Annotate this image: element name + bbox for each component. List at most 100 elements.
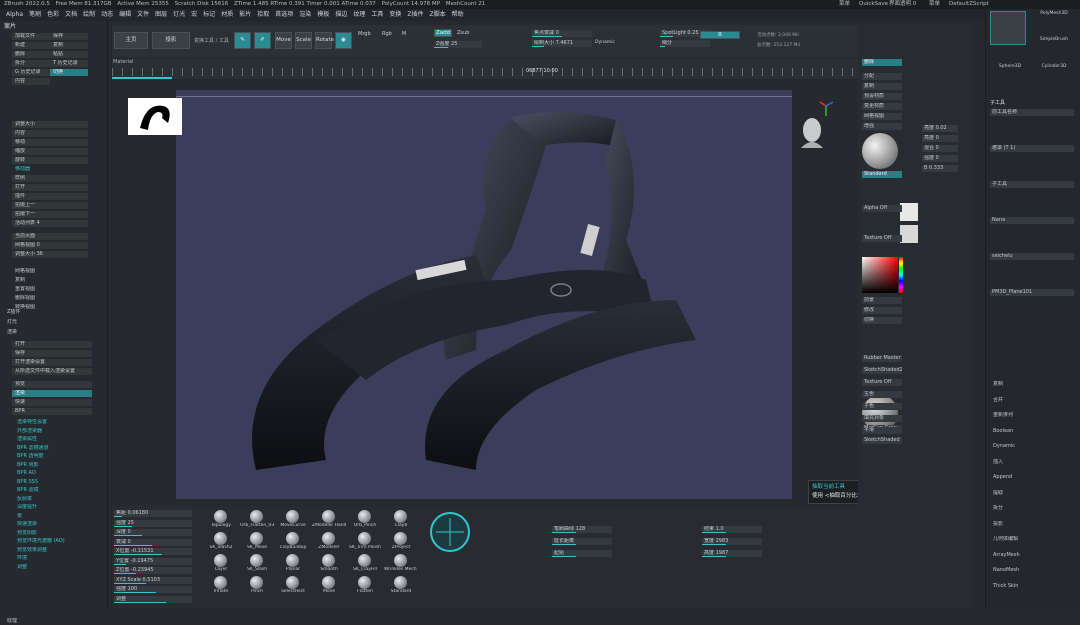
- rgb-toggle[interactable]: Rgb: [382, 31, 392, 37]
- material-panel-row[interactable]: 强度 0: [922, 155, 958, 162]
- brush-slider[interactable]: 强度 100: [114, 586, 192, 593]
- stroke-slider[interactable]: 延长距离: [552, 538, 612, 545]
- menu-item[interactable]: 编辑: [119, 9, 131, 21]
- subtool-action[interactable]: ArrayMesh: [990, 552, 1074, 559]
- material-panel-row[interactable]: SketchShaded: [862, 437, 902, 444]
- left-panel-row[interactable]: 删除: [12, 51, 50, 58]
- left-panel-row[interactable]: 粘贴: [50, 51, 88, 58]
- focal-shift-slider[interactable]: 焦点衰减 0: [532, 30, 592, 37]
- brush-icon[interactable]: [286, 576, 299, 589]
- brush-icon[interactable]: [286, 532, 299, 545]
- subtool-action[interactable]: Dynamic: [990, 443, 1074, 450]
- left-panel-row[interactable]: 旋转: [12, 157, 88, 164]
- material-panel-row[interactable]: 分配: [862, 73, 902, 80]
- material-panel-row[interactable]: 子色: [862, 403, 902, 410]
- draw-size-slider[interactable]: 绘制大小 7.4671: [532, 40, 592, 47]
- left-panel-row[interactable]: 从所选文件中载入渲染设置: [12, 368, 92, 375]
- material-panel-row[interactable]: 网格视图: [862, 113, 902, 120]
- left-panel-row[interactable]: 预览: [12, 381, 92, 388]
- tool-polymesh[interactable]: PolyMesh3D: [1034, 11, 1074, 16]
- left-panel-row[interactable]: 删除视图: [12, 295, 88, 302]
- swatch-gray[interactable]: [900, 225, 918, 243]
- material-panel-row[interactable]: Rubber Master: [862, 355, 902, 362]
- menu-item[interactable]: 绘制: [83, 9, 95, 21]
- material-panel-row[interactable]: 增强: [862, 123, 902, 130]
- left-panel-row[interactable]: 内容: [12, 130, 88, 137]
- tool-simplebrush[interactable]: SimpleBrush: [1034, 37, 1074, 42]
- left-panel-row[interactable]: 预览效果调整: [14, 547, 94, 554]
- subtool-item[interactable]: PM3D_Plane101: [990, 289, 1074, 296]
- left-panel-row[interactable]: T 历史记录: [50, 60, 88, 67]
- menu-item[interactable]: 材质: [221, 9, 233, 21]
- menu-item[interactable]: 模板: [317, 9, 329, 21]
- left-panel-row[interactable]: 预览环境光遮蔽 (AO): [14, 538, 94, 545]
- left-panel-row[interactable]: 网格视图: [12, 268, 88, 275]
- subtool-item[interactable]: 前工具名称: [990, 109, 1074, 116]
- brush-slider[interactable]: 衰减 0: [114, 538, 192, 546]
- menu-item[interactable]: 变换: [389, 9, 401, 21]
- material-panel-row[interactable]: 平滑: [862, 427, 902, 434]
- menu-item[interactable]: 纹理: [353, 9, 365, 21]
- tool-cylinder[interactable]: Cylinder3D: [1034, 64, 1074, 69]
- brush-icon[interactable]: [394, 532, 407, 545]
- left-panel-row[interactable]: 样例: [12, 175, 88, 182]
- left-panel-row[interactable]: BPR AO: [14, 470, 94, 477]
- move-button[interactable]: Move: [275, 32, 292, 49]
- brush-icon[interactable]: [322, 510, 335, 523]
- stroke-slider[interactable]: 结束 1.0: [702, 526, 762, 533]
- home-button[interactable]: 主页: [114, 32, 148, 49]
- material-panel-row[interactable]: Texture Off: [862, 235, 902, 242]
- brush-icon[interactable]: [358, 576, 371, 589]
- material-panel-row[interactable]: Alpha Off: [862, 205, 902, 212]
- tool-sphere[interactable]: Sphere3D: [988, 64, 1032, 69]
- material-panel-row[interactable]: 前景: [862, 297, 902, 304]
- left-panel-row[interactable]: 缩放: [12, 148, 88, 155]
- brush-icon[interactable]: [214, 554, 227, 567]
- dynamic-toggle[interactable]: Dynamic: [595, 40, 615, 45]
- brush-icon[interactable]: [322, 532, 335, 545]
- default-zscript[interactable]: DefaultZScript: [949, 0, 989, 9]
- menu-item[interactable]: Alpha: [6, 9, 23, 21]
- subtool-action[interactable]: Boolean: [990, 428, 1074, 435]
- brush-icon[interactable]: [322, 554, 335, 567]
- menu-item[interactable]: 标记: [203, 9, 215, 21]
- swatch-white[interactable]: [900, 203, 918, 221]
- left-panel-row[interactable]: BPR SSS: [14, 479, 94, 486]
- menu-item[interactable]: Z插件: [407, 9, 423, 21]
- projection-button[interactable]: 投影: [152, 32, 190, 49]
- left-panel-row[interactable]: BPR 阴影: [14, 462, 94, 469]
- brush-icon[interactable]: [322, 576, 335, 589]
- left-panel-row[interactable]: 纹理: [4, 618, 84, 625]
- material-panel-row[interactable]: 填充对象: [862, 415, 902, 422]
- menu-item[interactable]: 笔刷: [29, 9, 41, 21]
- left-panel-row[interactable]: 复制: [50, 42, 88, 49]
- left-panel-row[interactable]: 打开渲染设置: [12, 359, 92, 366]
- left-panel-row[interactable]: 拆分: [12, 60, 50, 67]
- left-panel-row[interactable]: 快速: [12, 399, 92, 406]
- left-panel-row[interactable]: 打开: [12, 184, 88, 191]
- left-panel-row[interactable]: BPR: [12, 408, 92, 415]
- menu-item[interactable]: 图层: [155, 9, 167, 21]
- interface-opacity[interactable]: 界面透明 0: [889, 0, 916, 9]
- left-panel-row[interactable]: 新建: [12, 42, 50, 49]
- zsub-button[interactable]: Zsub: [457, 30, 469, 36]
- left-panel-row[interactable]: 复制: [12, 277, 88, 284]
- subtool-action[interactable]: 提取: [990, 490, 1074, 497]
- left-panel-row[interactable]: BPR 滤镜: [14, 487, 94, 494]
- brush-slider[interactable]: X位置 -0.11531: [114, 548, 192, 555]
- left-panel-row[interactable]: 保存: [12, 350, 92, 357]
- brush-icon[interactable]: [250, 532, 263, 545]
- z-intensity-slider[interactable]: Z强度 25: [434, 41, 482, 48]
- material-panel-row[interactable]: B 0.333: [922, 165, 958, 172]
- left-panel-row[interactable]: 调整大小 36: [12, 251, 88, 258]
- material-panel-row[interactable]: 复制: [862, 83, 902, 90]
- left-panel-row[interactable]: 预览阴影: [14, 530, 94, 537]
- brush-icon[interactable]: [358, 510, 371, 523]
- stroke-slider[interactable]: 高度 1987: [702, 550, 762, 557]
- left-panel-row[interactable]: 拍摄下一: [12, 211, 88, 218]
- menu-item[interactable]: Z脚本: [430, 9, 446, 21]
- menu-item[interactable]: 动态: [101, 9, 113, 21]
- menu-item[interactable]: 帮助: [452, 9, 464, 21]
- left-panel-row[interactable]: 打开: [12, 341, 92, 348]
- stroke-slider[interactable]: 起始: [552, 550, 612, 557]
